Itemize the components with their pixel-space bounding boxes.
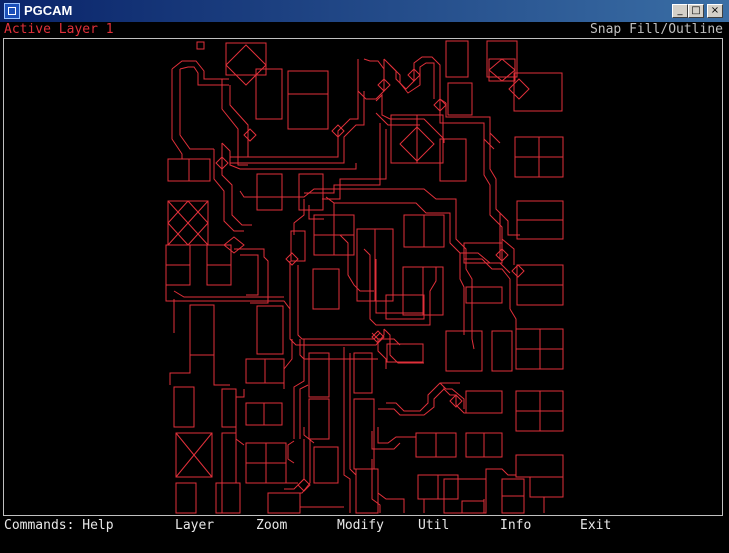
command-help[interactable]: Commands: Help [4,517,114,535]
minimize-button[interactable]: _ [672,4,688,18]
close-button[interactable]: × [707,4,723,18]
command-exit[interactable]: Exit [580,517,611,535]
command-modify[interactable]: Modify [337,517,384,535]
active-layer-label: Active Layer 1 [4,22,114,37]
maximize-button[interactable]: □ [688,4,704,18]
command-info[interactable]: Info [500,517,531,535]
snap-mode-label: Snap Fill/Outline [589,22,723,37]
pgcam-app-icon[interactable] [4,3,20,19]
command-util[interactable]: Util [418,517,449,535]
title-bar[interactable]: PGCAM _ □ × [0,0,729,22]
window-bottom-edge [0,545,729,553]
command-layer[interactable]: Layer [175,517,214,535]
window-title: PGCAM [24,3,73,18]
command-zoom[interactable]: Zoom [256,517,287,535]
pgcam-window: PGCAM _ □ × Active Layer 1 Snap Fill/Out… [0,0,729,553]
pcb-canvas[interactable] [3,38,723,516]
status-line: Active Layer 1 Snap Fill/Outline [0,22,729,38]
pcb-layout-drawing[interactable] [4,39,722,515]
command-bar: Commands: Help Layer Zoom Modify Util In… [0,517,729,535]
